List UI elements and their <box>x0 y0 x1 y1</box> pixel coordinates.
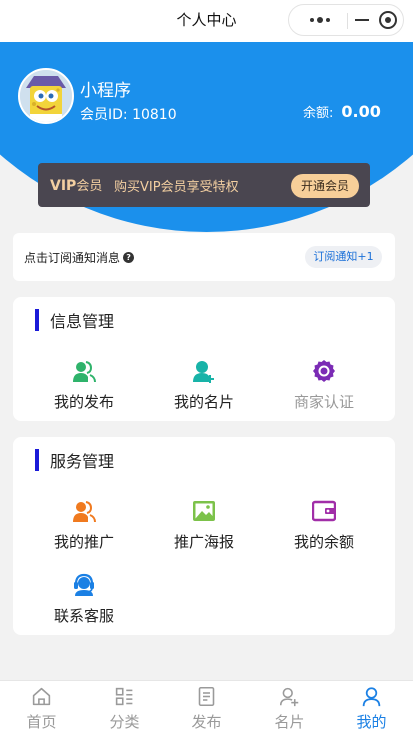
section-title: 服务管理 <box>50 452 115 471</box>
subscribe-text[interactable]: 点击订阅通知消息 ? <box>24 249 135 266</box>
tab-label: 首页 <box>26 713 57 731</box>
help-icon[interactable]: ? <box>123 252 135 263</box>
image-poster-icon <box>193 501 215 521</box>
section-header: 服务管理 <box>35 449 114 471</box>
member-id: 会员ID: 10810 <box>80 107 177 123</box>
minimize-icon[interactable] <box>351 5 373 35</box>
vip-label-prefix: VIP <box>50 178 77 194</box>
close-target-icon[interactable] <box>373 5 403 35</box>
grid-item-my-card[interactable]: 我的名片 <box>144 359 264 419</box>
person-icon <box>362 687 381 707</box>
section-title: 信息管理 <box>50 312 115 331</box>
vip-label-suffix: 会员 <box>76 179 103 194</box>
grid-item-my-publish[interactable]: 我的发布 <box>24 359 144 419</box>
subscribe-card: 点击订阅通知消息 ? 订阅通知+1 <box>13 233 395 281</box>
grid-item-promo-poster[interactable]: 推广海报 <box>144 499 264 559</box>
grid-item-merchant-verify[interactable]: 商家认证 <box>264 359 384 419</box>
subscribe-button[interactable]: 订阅通知+1 <box>305 246 382 268</box>
capsule-divider <box>347 13 348 29</box>
profile-header: 小程序 会员ID: 10810 余额: 0.00 VIP会员 购买VIP会员享受… <box>0 42 413 237</box>
vip-card: VIP会员 购买VIP会员享受特权 开通会员 <box>38 163 370 207</box>
section-marker <box>35 309 39 331</box>
headset-icon <box>74 573 94 596</box>
username: 小程序 <box>80 81 131 101</box>
subscribe-label: 点击订阅通知消息 <box>24 251 121 265</box>
tab-label: 名片 <box>274 713 305 731</box>
grid-item-label: 我的推广 <box>53 533 114 551</box>
user-add-icon <box>193 361 214 383</box>
vip-description: 购买VIP会员享受特权 <box>114 180 239 195</box>
award-ribbon-icon <box>313 360 335 382</box>
tab-publish[interactable]: 发布 <box>165 681 248 737</box>
grid-item-label: 我的发布 <box>53 393 114 411</box>
grid-item-contact-support[interactable]: 联系客服 <box>24 573 144 633</box>
grid-item-label: 我的余额 <box>293 533 354 551</box>
tab-card[interactable]: 名片 <box>248 681 331 737</box>
grid-item-label: 我的名片 <box>173 393 234 411</box>
user-promote-icon <box>73 501 96 523</box>
tab-home[interactable]: 首页 <box>0 681 83 737</box>
more-icon[interactable] <box>297 5 343 35</box>
grid-item-my-promotion[interactable]: 我的推广 <box>24 499 144 559</box>
home-icon <box>32 687 51 706</box>
document-icon <box>198 686 215 707</box>
person-add-icon <box>279 687 299 707</box>
balance-label: 余额: <box>303 106 334 121</box>
balance-value: 0.00 <box>341 102 381 121</box>
info-management-section: 信息管理 我的发布 我的名片 商家认证 <box>13 297 395 421</box>
nav-bar: 个人中心 <box>0 0 413 42</box>
category-icon <box>115 687 133 706</box>
tab-bar: 首页 分类 发布 名片 我的 <box>0 680 413 737</box>
tab-category[interactable]: 分类 <box>83 681 166 737</box>
tab-label: 发布 <box>191 713 222 731</box>
service-management-section: 服务管理 我的推广 推广海报 我的余额 联系客服 <box>13 437 395 635</box>
grid-item-my-balance[interactable]: 我的余额 <box>264 499 384 559</box>
grid-item-label: 联系客服 <box>53 607 114 625</box>
tab-mine[interactable]: 我的 <box>330 681 413 737</box>
grid-item-label: 推广海报 <box>173 533 234 551</box>
vip-label: VIP会员 <box>50 175 102 194</box>
tab-label: 我的 <box>356 713 387 731</box>
avatar[interactable] <box>18 68 74 124</box>
open-vip-button[interactable]: 开通会员 <box>291 174 359 198</box>
capsule-menu <box>288 4 404 36</box>
section-header: 信息管理 <box>35 309 114 331</box>
section-marker <box>35 449 39 471</box>
wallet-icon <box>312 500 336 522</box>
balance: 余额: 0.00 <box>303 102 381 121</box>
grid-item-label: 商家认证 <box>293 393 354 411</box>
user-publish-icon <box>73 361 96 383</box>
tab-label: 分类 <box>109 713 140 731</box>
